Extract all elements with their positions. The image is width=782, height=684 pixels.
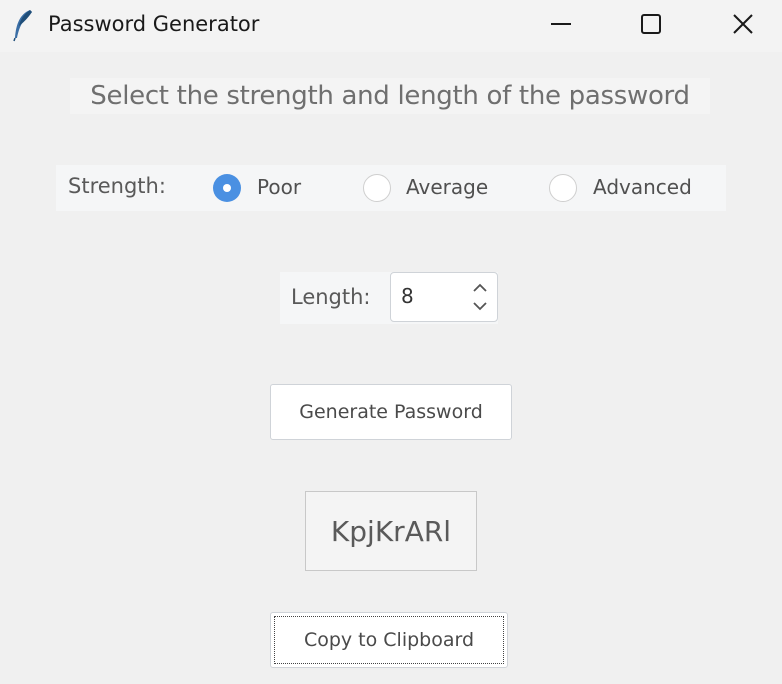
spin-arrows-icon[interactable] [471,279,489,315]
close-button[interactable] [712,0,774,48]
length-spinbox[interactable]: 8 [390,272,498,322]
length-value[interactable]: 8 [401,284,414,308]
radio-advanced-label[interactable]: Advanced [593,175,692,199]
maximize-icon [641,14,661,34]
radio-average-label[interactable]: Average [406,175,488,199]
strength-group: Strength: Poor Average Advanced [56,165,726,211]
password-value: KpjKrARl [330,514,452,548]
length-group: Length: 8 [280,272,498,324]
radio-average[interactable] [363,174,391,202]
minimize-icon [551,23,571,25]
radio-poor-label[interactable]: Poor [257,175,301,199]
close-icon [733,14,753,34]
feather-icon [13,10,32,42]
maximize-button[interactable] [620,0,682,48]
strength-label: Strength: [68,174,166,198]
instruction-label: Select the strength and length of the pa… [70,78,710,114]
password-generator-window: Password Generator Select the strength a… [0,0,782,684]
password-display: KpjKrARl [305,491,477,571]
generate-password-button[interactable]: Generate Password [270,384,512,440]
radio-poor[interactable] [213,174,241,202]
minimize-button[interactable] [530,0,592,48]
length-label: Length: [291,285,371,309]
window-title: Password Generator [48,12,260,36]
radio-advanced[interactable] [549,174,577,202]
focus-ring [274,616,504,664]
title-bar: Password Generator [0,0,782,52]
generate-password-label: Generate Password [299,401,483,423]
copy-to-clipboard-button[interactable]: Copy to Clipboard [270,612,508,668]
